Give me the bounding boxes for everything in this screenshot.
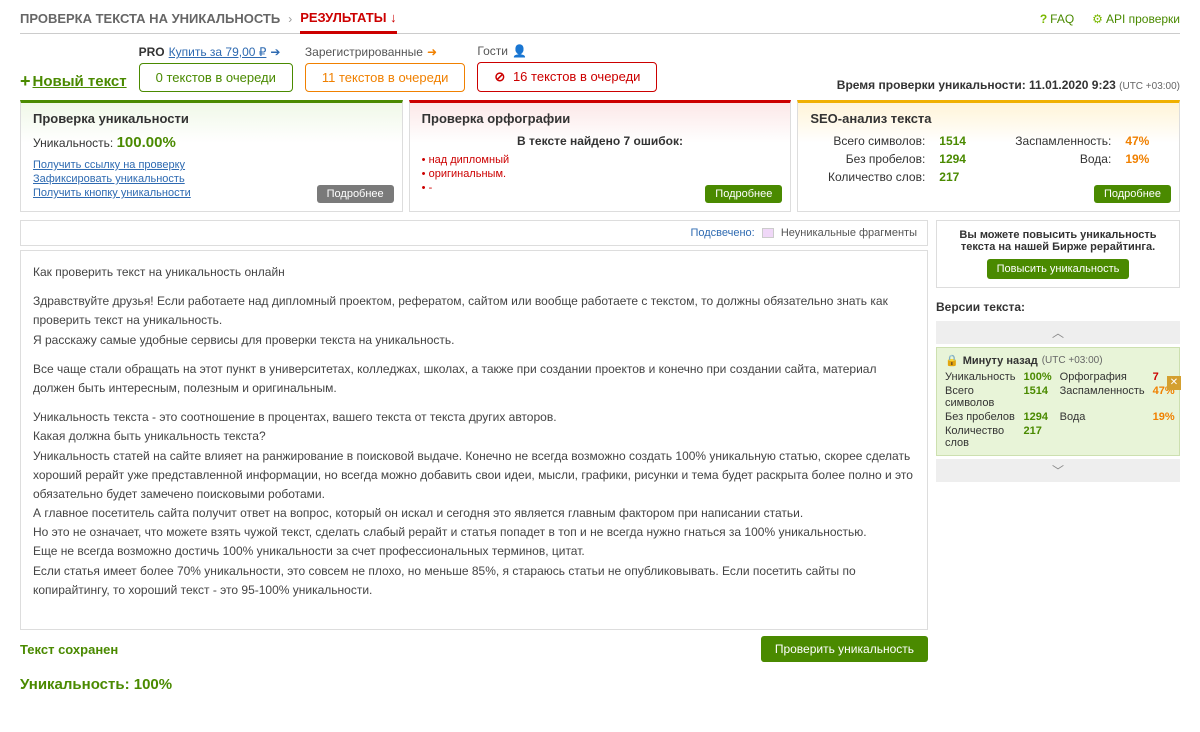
seo-total: 1514 <box>939 134 983 148</box>
queue-guest-pill[interactable]: ⊘ 16 текстов в очереди <box>477 62 657 92</box>
seo-nospace: 1294 <box>939 152 983 166</box>
api-link[interactable]: ⚙API проверки <box>1092 12 1180 26</box>
link-get-url[interactable]: Получить ссылку на проверку <box>33 159 390 171</box>
chevron-right-icon: › <box>288 12 292 26</box>
faq-link[interactable]: ?FAQ <box>1040 12 1074 26</box>
spell-error: • над дипломный <box>422 154 779 166</box>
main-column: Подсвечено: Неуникальные фрагменты Как п… <box>20 220 928 693</box>
chevron-down-icon[interactable]: ﹀ <box>936 459 1180 482</box>
new-text-button[interactable]: + Новый текст <box>20 71 127 92</box>
spell-summary: В тексте найдено 7 ошибок: <box>422 134 779 148</box>
user-icon: 👤 <box>512 44 527 58</box>
versions-title: Версии текста: <box>936 296 1180 318</box>
queue-pro: PRO Купить за 79,00 ₽ ➔ 0 текстов в очер… <box>139 45 293 92</box>
raise-uniq-card: Вы можете повысить уникальность текста н… <box>936 220 1180 288</box>
version-item[interactable]: 🔒 Минуту назад (UTC +03:00) Уникальность… <box>936 347 1180 456</box>
saved-label: Текст сохранен <box>20 642 118 657</box>
more-uniq-button[interactable]: Подробнее <box>317 185 394 203</box>
text-content[interactable]: Как проверить текст на уникальность онла… <box>20 250 928 630</box>
card-spell-title: Проверка орфографии <box>410 103 791 130</box>
arrow-right-icon: ➔ <box>270 45 280 59</box>
buy-pro-link[interactable]: Купить за 79,00 ₽ <box>169 45 267 59</box>
spell-error: • оригинальным. <box>422 168 779 180</box>
help-icon: ? <box>1040 12 1047 26</box>
uniqueness-value: 100.00% <box>117 134 176 151</box>
close-icon[interactable]: ✕ <box>1167 376 1181 390</box>
card-spelling: Проверка орфографии В тексте найдено 7 о… <box>409 100 792 212</box>
no-entry-icon: ⊘ <box>494 69 505 84</box>
queue-guests: Гости 👤 ⊘ 16 текстов в очереди <box>477 44 657 92</box>
card-seo: SEO-анализ текста Всего символов: 1514 З… <box>797 100 1180 212</box>
plus-icon: + <box>20 71 31 92</box>
seo-spam: 47% <box>1125 134 1167 148</box>
gear-icon: ⚙ <box>1092 12 1103 26</box>
seo-water: 19% <box>1125 152 1167 166</box>
card-uniqueness: Проверка уникальности Уникальность: 100.… <box>20 100 403 212</box>
breadcrumb-root[interactable]: ПРОВЕРКА ТЕКСТА НА УНИКАЛЬНОСТЬ <box>20 11 280 26</box>
queue-registered: Зарегистрированные ➜ 11 текстов в очеред… <box>305 45 466 92</box>
more-spell-button[interactable]: Подробнее <box>705 185 782 203</box>
queue-pro-pill[interactable]: 0 текстов в очереди <box>139 63 293 92</box>
card-seo-title: SEO-анализ текста <box>798 103 1179 130</box>
raise-uniq-button[interactable]: Повысить уникальность <box>987 259 1130 279</box>
result-cards: Проверка уникальности Уникальность: 100.… <box>20 100 1180 212</box>
login-icon: ➜ <box>427 45 437 59</box>
link-fix-uniq[interactable]: Зафиксировать уникальность <box>33 173 390 185</box>
chevron-up-icon[interactable]: ︿ <box>936 321 1180 344</box>
check-uniqueness-button[interactable]: Проверить уникальность <box>761 636 928 662</box>
queue-reg-pill[interactable]: 11 текстов в очереди <box>305 63 466 92</box>
breadcrumb-current[interactable]: РЕЗУЛЬТАТЫ ↓ <box>300 10 396 34</box>
queue-row: + Новый текст PRO Купить за 79,00 ₽ ➔ 0 … <box>20 44 1180 92</box>
highlight-legend: Подсвечено: Неуникальные фрагменты <box>20 220 928 246</box>
sidebar: Вы можете повысить уникальность текста н… <box>936 220 1180 693</box>
swatch-nonunique <box>762 228 774 238</box>
lock-icon: 🔒 <box>945 354 959 367</box>
final-uniqueness: Уникальность: 100% <box>20 676 928 693</box>
check-timestamp: Время проверки уникальности: 11.01.2020 … <box>837 78 1180 92</box>
more-seo-button[interactable]: Подробнее <box>1094 185 1171 203</box>
seo-words: 217 <box>939 170 983 184</box>
card-uniq-title: Проверка уникальности <box>21 103 402 130</box>
breadcrumb-bar: ПРОВЕРКА ТЕКСТА НА УНИКАЛЬНОСТЬ › РЕЗУЛЬ… <box>20 10 1180 34</box>
